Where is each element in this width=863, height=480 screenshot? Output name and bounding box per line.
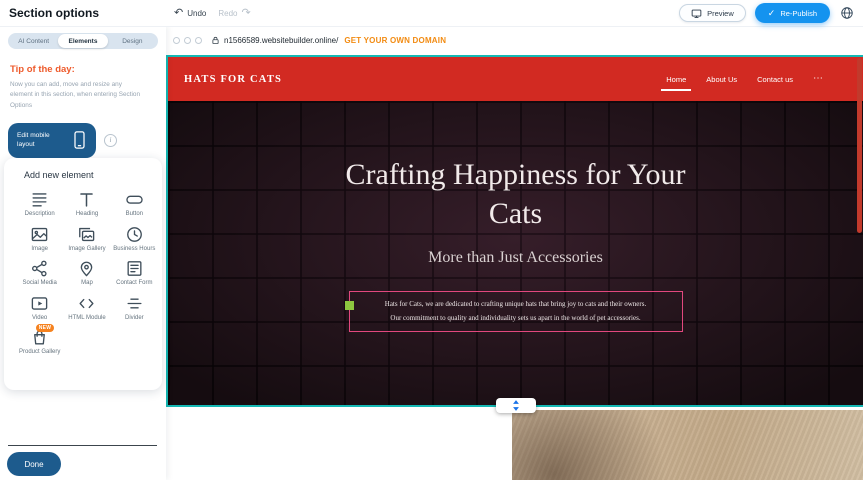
get-domain-link[interactable]: GET YOUR OWN DOMAIN [344,36,446,45]
element-divider[interactable]: Divider [111,294,158,323]
description-icon [30,190,49,209]
site-url: n1566589.websitebuilder.online/ [224,36,338,45]
image-icon [30,225,49,244]
monitor-icon [691,8,702,19]
element-button[interactable]: Button [111,190,158,219]
tab-elements[interactable]: Elements [58,34,107,48]
redo-button[interactable]: Redo ↷ [218,8,250,19]
hero-heading[interactable]: Crafting Happiness for Your Cats [331,155,701,233]
resize-arrows-icon [511,399,521,412]
hero-section: Crafting Happiness for Your Cats More th… [168,101,863,405]
tip-title: Tip of the day: [10,64,156,75]
site-header: HATS FOR CATS Home About Us Contact us ⋯ [168,57,863,101]
history-controls: ↶ Undo Redo ↷ [174,0,251,26]
hero-body-line-1: Hats for Cats, we are dedicated to craft… [354,298,678,312]
mobile-layout-row: Edit mobile layout i [8,123,166,158]
element-grid: Description Heading Button Image Image G… [16,190,158,357]
site-logo[interactable]: HATS FOR CATS [184,74,282,85]
done-button[interactable]: Done [7,452,61,476]
lock-icon [211,35,220,46]
element-description[interactable]: Description [16,190,63,219]
next-section-image [512,410,863,480]
image-gallery-icon [77,225,96,244]
business-hours-icon [125,225,144,244]
topbar: Section options ↶ Undo Redo ↷ Preview [0,0,863,27]
page-title: Section options [9,6,99,20]
nav-home[interactable]: Home [666,75,686,84]
element-drag-handle[interactable] [345,301,354,310]
tab-design[interactable]: Design [108,34,157,48]
republish-button[interactable]: ✓ Re-Publish [755,3,830,23]
map-icon [77,259,96,278]
preview-label: Preview [707,9,734,18]
new-badge: NEW [36,324,55,332]
nav-about-us[interactable]: About Us [706,75,737,84]
element-map[interactable]: Map [63,259,110,288]
info-icon[interactable]: i [104,134,117,147]
tab-ai-content[interactable]: AI Content [9,34,58,48]
redo-icon: ↷ [241,8,250,19]
element-business-hours[interactable]: Business Hours [111,225,158,254]
preview-scrollbar[interactable] [857,58,862,233]
preview-button[interactable]: Preview [679,4,746,22]
undo-label: Undo [187,9,206,18]
sidebar-divider [8,445,157,446]
divider-icon [125,294,144,313]
social-media-icon [30,259,49,278]
element-image[interactable]: Image [16,225,63,254]
republish-label: Re-Publish [780,9,817,18]
element-contact-form[interactable]: Contact Form [111,259,158,288]
element-product-gallery[interactable]: NEW Product Gallery [16,328,63,357]
selected-section[interactable]: HATS FOR CATS Home About Us Contact us ⋯… [166,55,863,407]
video-icon [30,294,49,313]
browser-address-bar: n1566589.websitebuilder.online/ GET YOUR… [166,26,863,55]
hero-subheading[interactable]: More than Just Accessories [168,249,863,267]
window-dots-icon [173,37,202,44]
checkmark-icon: ✓ [768,9,776,18]
button-icon [125,190,144,209]
hero-text-element[interactable]: Hats for Cats, we are dedicated to craft… [349,291,683,332]
topbar-actions: Preview ✓ Re-Publish [679,3,855,23]
edit-mobile-layout-button[interactable]: Edit mobile layout [8,123,96,158]
redo-label: Redo [218,9,237,18]
tip-body: Now you can add, move and resize any ele… [10,80,144,111]
undo-button[interactable]: ↶ Undo [174,8,206,19]
edit-mobile-layout-label: Edit mobile layout [17,131,67,150]
language-globe-button[interactable] [839,5,855,21]
heading-icon [77,190,96,209]
undo-icon: ↶ [174,8,183,19]
add-new-element-title: Add new element [24,170,158,180]
sidebar-tabs: AI Content Elements Design [8,33,158,49]
globe-icon [840,6,854,20]
element-image-gallery[interactable]: Image Gallery [63,225,110,254]
hero-body-line-2: Our commitment to quality and individual… [354,312,678,326]
element-heading[interactable]: Heading [63,190,110,219]
section-options-sidebar: AI Content Elements Design Tip of the da… [0,26,166,480]
phone-icon [74,131,85,149]
site-nav: Home About Us Contact us ⋯ [666,75,823,84]
element-social-media[interactable]: Social Media [16,259,63,288]
site-preview-canvas: n1566589.websitebuilder.online/ GET YOUR… [166,26,863,480]
element-video[interactable]: Video [16,294,63,323]
add-new-element-panel: Add new element Description Heading Butt… [4,158,162,390]
contact-form-icon [125,259,144,278]
nav-contact-us[interactable]: Contact us [757,75,793,84]
html-module-icon [77,294,96,313]
tip-of-the-day: Tip of the day: Now you can add, move an… [0,64,166,111]
element-html-module[interactable]: HTML Module [63,294,110,323]
section-resize-handle[interactable] [496,398,536,413]
app-window: Section options ↶ Undo Redo ↷ Preview [0,0,863,480]
